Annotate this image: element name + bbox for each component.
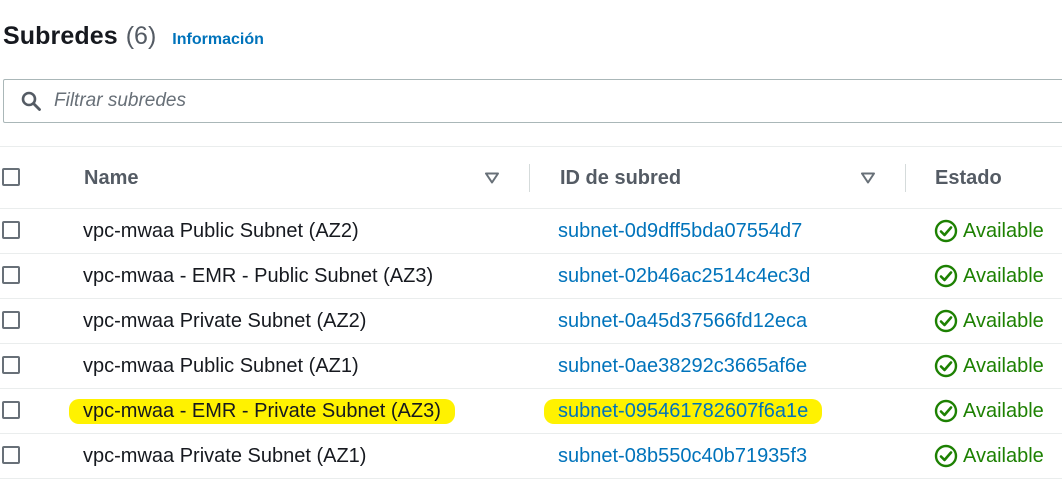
status-badge: Available xyxy=(934,209,1044,253)
row-checkbox[interactable] xyxy=(2,266,20,284)
subnet-id-link[interactable]: subnet-0d9dff5bda07554d7 xyxy=(558,209,802,253)
status-label: Available xyxy=(963,219,1044,242)
status-label: Available xyxy=(963,264,1044,287)
column-header-state[interactable]: Estado xyxy=(935,147,1002,209)
table-row[interactable]: vpc-mwaa Private Subnet (AZ1) subnet-08b… xyxy=(0,434,1062,479)
row-checkbox[interactable] xyxy=(2,401,20,419)
subnet-id-text[interactable]: subnet-0a45d37566fd12eca xyxy=(558,310,807,333)
filter-input[interactable] xyxy=(54,90,954,112)
status-label: Available xyxy=(963,309,1044,332)
table-row[interactable]: vpc-mwaa Public Subnet (AZ2) subnet-0d9d… xyxy=(0,209,1062,254)
table-row[interactable]: vpc-mwaa - EMR - Private Subnet (AZ3) su… xyxy=(0,389,1062,434)
subnet-id-link[interactable]: subnet-08b550c40b71935f3 xyxy=(558,434,807,478)
status-badge: Available xyxy=(934,344,1044,388)
status-label: Available xyxy=(963,399,1044,422)
subnet-name-text: vpc-mwaa - EMR - Private Subnet (AZ3) xyxy=(69,398,455,424)
subnet-name: vpc-mwaa Public Subnet (AZ1) xyxy=(83,344,359,388)
subnet-name: vpc-mwaa Private Subnet (AZ1) xyxy=(83,434,366,478)
table-row[interactable]: vpc-mwaa - EMR - Public Subnet (AZ3) sub… xyxy=(0,254,1062,299)
subnet-name-text: vpc-mwaa Public Subnet (AZ1) xyxy=(83,354,359,377)
filter-bar[interactable] xyxy=(3,79,1062,123)
subnet-id-text[interactable]: subnet-08b550c40b71935f3 xyxy=(558,445,807,468)
status-badge: Available xyxy=(934,254,1044,298)
subnet-id-text[interactable]: subnet-0d9dff5bda07554d7 xyxy=(558,220,802,243)
subnet-count: (6) xyxy=(125,22,157,50)
info-link[interactable]: Información xyxy=(172,31,264,49)
subnet-name-text: vpc-mwaa Private Subnet (AZ2) xyxy=(83,309,367,332)
status-badge: Available xyxy=(934,434,1044,478)
subnet-id-text[interactable]: subnet-0ae38292c3665af6e xyxy=(558,355,807,378)
table-header: Name ID de subred Estado xyxy=(0,146,1062,209)
subnet-name: vpc-mwaa Public Subnet (AZ2) xyxy=(83,209,359,253)
status-label: Available xyxy=(963,354,1044,377)
table-body: vpc-mwaa Public Subnet (AZ2) subnet-0d9d… xyxy=(0,209,1062,479)
status-positive-icon xyxy=(934,264,958,288)
column-divider[interactable] xyxy=(905,164,906,192)
page-title: Subredes xyxy=(3,22,118,50)
subnet-id-text[interactable]: subnet-02b46ac2514c4ec3d xyxy=(558,265,810,288)
page-header: Subredes (6) Información xyxy=(3,22,264,58)
status-label: Available xyxy=(963,444,1044,467)
subnet-name-text: vpc-mwaa Private Subnet (AZ1) xyxy=(83,444,367,467)
status-badge: Available xyxy=(934,299,1044,343)
subnet-id-link[interactable]: subnet-0ae38292c3665af6e xyxy=(558,344,807,388)
row-checkbox[interactable] xyxy=(2,311,20,329)
subnet-name: vpc-mwaa - EMR - Public Subnet (AZ3) xyxy=(83,254,433,298)
status-badge: Available xyxy=(934,389,1044,433)
search-icon xyxy=(21,91,41,111)
row-checkbox[interactable] xyxy=(2,356,20,374)
status-positive-icon xyxy=(934,219,958,243)
subnet-id-link[interactable]: subnet-02b46ac2514c4ec3d xyxy=(558,254,810,298)
caret-down-icon[interactable] xyxy=(485,172,499,184)
caret-down-icon[interactable] xyxy=(861,172,875,184)
subnet-name: vpc-mwaa Private Subnet (AZ2) xyxy=(83,299,366,343)
row-checkbox[interactable] xyxy=(2,221,20,239)
status-positive-icon xyxy=(934,444,958,468)
column-header-subnet-id[interactable]: ID de subred xyxy=(560,147,681,209)
subnet-name: vpc-mwaa - EMR - Private Subnet (AZ3) xyxy=(69,389,455,433)
table-row[interactable]: vpc-mwaa Private Subnet (AZ2) subnet-0a4… xyxy=(0,299,1062,344)
subnet-id-text[interactable]: subnet-095461782607f6a1e xyxy=(544,398,823,424)
status-positive-icon xyxy=(934,354,958,378)
subnet-id-link[interactable]: subnet-0a45d37566fd12eca xyxy=(558,299,807,343)
subnets-table: Name ID de subred Estado vpc-mwaa Public… xyxy=(0,146,1062,479)
status-positive-icon xyxy=(934,399,958,423)
column-header-name[interactable]: Name xyxy=(84,147,138,209)
column-divider[interactable] xyxy=(529,164,530,192)
subnet-name-text: vpc-mwaa Public Subnet (AZ2) xyxy=(83,219,359,242)
subnet-name-text: vpc-mwaa - EMR - Public Subnet (AZ3) xyxy=(83,264,434,287)
select-all-checkbox[interactable] xyxy=(2,168,20,186)
status-positive-icon xyxy=(934,309,958,333)
row-checkbox[interactable] xyxy=(2,446,20,464)
subnet-id-link[interactable]: subnet-095461782607f6a1e xyxy=(544,389,823,433)
table-row[interactable]: vpc-mwaa Public Subnet (AZ1) subnet-0ae3… xyxy=(0,344,1062,389)
